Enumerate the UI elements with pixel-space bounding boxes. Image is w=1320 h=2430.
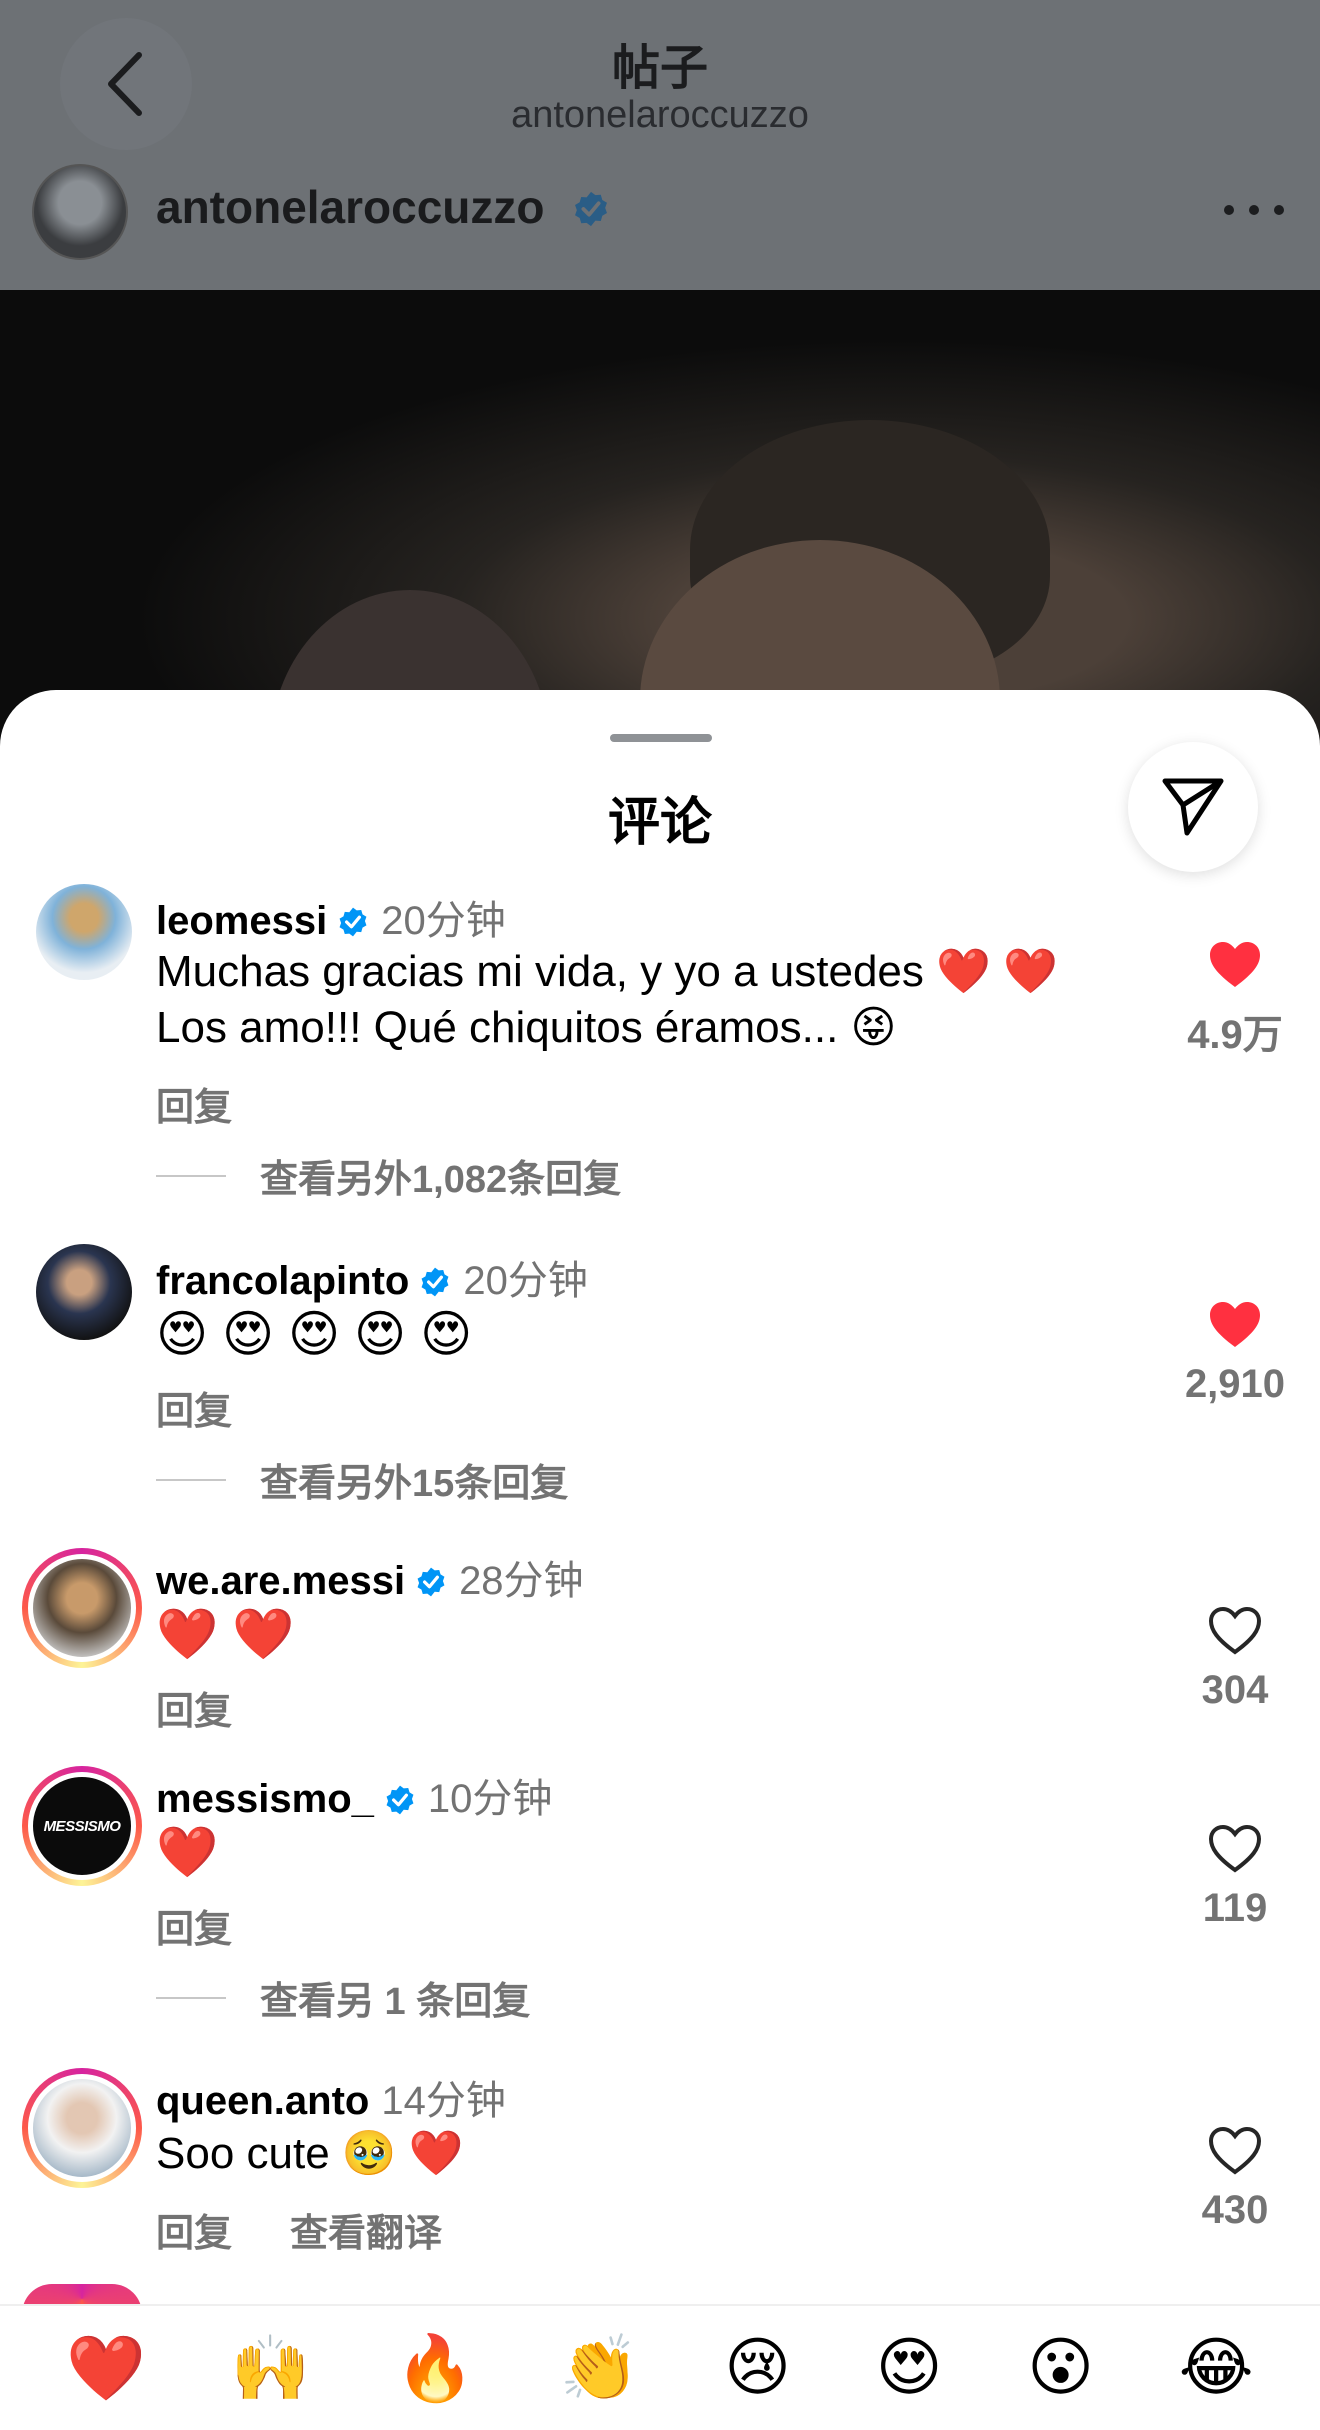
sheet-title: 评论 — [607, 794, 712, 852]
emoji-laugh-button[interactable]: 😂 — [1179, 2331, 1254, 2405]
reply-button[interactable]: 回复 — [156, 1898, 232, 1953]
like-button[interactable]: 119 — [1160, 1824, 1310, 1931]
heart-icon — [1208, 1824, 1262, 1873]
comment-username[interactable]: queen.anto — [156, 2079, 369, 2123]
comment-time: 20分钟 — [381, 899, 506, 943]
like-button[interactable]: 304 — [1160, 1606, 1310, 1713]
like-button[interactable]: 2,910 — [1160, 1300, 1310, 1407]
avatar-logo-text: MESSISMO — [43, 1817, 121, 1835]
verified-badge-icon — [339, 907, 367, 937]
verified-badge-icon — [417, 1567, 445, 1597]
like-count: 304 — [1201, 1668, 1269, 1712]
view-replies-button[interactable]: 查看另外15条回复 — [156, 1452, 568, 1507]
comment-time: 20分钟 — [463, 1259, 588, 1303]
emoji-raised-hands-button[interactable]: 🙌 — [231, 2331, 311, 2406]
translate-button[interactable]: 查看翻译 — [290, 2202, 442, 2257]
page-subtitle: antonelaroccuzzo — [511, 94, 809, 136]
comment-text: ❤️ ❤️ — [156, 1606, 295, 1662]
like-count: 2,910 — [1184, 1362, 1286, 1406]
avatar[interactable]: MESSISMO — [22, 1766, 142, 1886]
emoji-cry-button[interactable]: 😢 — [724, 2331, 791, 2405]
page-title: 帖子 — [611, 42, 708, 95]
comment-time: 10分钟 — [427, 1777, 553, 1821]
share-button[interactable] — [1128, 742, 1258, 872]
comment-item: leomessi 20分钟 Muchas gracias mi vida, y y… — [0, 884, 1320, 1214]
post-backdrop: 帖子 antonelaroccuzzo antonelaroccuzzo — [0, 0, 1320, 760]
comment-item: we.are.messi 28分钟 ❤️ ❤️ 回复 304 — [0, 1548, 1320, 1733]
author-username[interactable]: antonelaroccuzzo — [156, 180, 545, 234]
comment-username[interactable]: leomessi — [156, 899, 327, 943]
more-horizontal-icon — [1224, 205, 1234, 215]
verified-badge-icon — [421, 1267, 449, 1297]
reply-button[interactable]: 回复 — [156, 1076, 232, 1131]
view-replies-label: 查看另外15条回复 — [260, 1463, 569, 1505]
emoji-heart-eyes-button[interactable]: 😍 — [876, 2331, 943, 2405]
comment-text: 😍 😍 😍 😍 😍 — [156, 1306, 473, 1362]
avatar[interactable] — [36, 884, 132, 980]
sheet-grabber[interactable] — [610, 734, 712, 742]
heart-icon — [1210, 1302, 1260, 1347]
comment-item: francolapinto 20分钟 😍 😍 😍 😍 😍 回复 查看另外15条回复… — [0, 1244, 1320, 1507]
verified-badge-icon — [575, 191, 607, 227]
comment-username[interactable]: messismo_ — [156, 1777, 374, 1821]
comment-username[interactable]: francolapinto — [156, 1259, 409, 1303]
comment-time: 28分钟 — [459, 1559, 584, 1603]
verified-badge-icon — [386, 1785, 414, 1815]
heart-icon — [1208, 2126, 1262, 2175]
like-count: 4.9万 — [1187, 1013, 1283, 1057]
comment-text: ❤️ — [156, 1824, 219, 1880]
heart-icon — [1210, 942, 1260, 987]
like-count: 119 — [1202, 1886, 1268, 1930]
share-send-icon — [1162, 778, 1224, 836]
emoji-reaction-bar: ❤️ 🙌 🔥 👏 😢 😍 😮 😂 — [0, 2304, 1320, 2430]
like-button[interactable]: 430 — [1160, 2126, 1310, 2233]
comment-item: MESSISMO messismo_ 10分钟 ❤️ 回复 查看另 1 条回复 1… — [0, 1766, 1320, 2026]
emoji-clap-button[interactable]: 👏 — [560, 2331, 640, 2406]
reply-button[interactable]: 回复 — [156, 2202, 232, 2257]
heart-icon — [1208, 1606, 1262, 1655]
view-replies-button[interactable]: 查看另外1,082条回复 — [156, 1148, 621, 1203]
reply-button[interactable]: 回复 — [156, 1380, 232, 1435]
post-header: 帖子 antonelaroccuzzo antonelaroccuzzo — [0, 0, 1320, 290]
reply-button[interactable]: 回复 — [156, 1680, 232, 1735]
avatar[interactable] — [22, 2068, 142, 2188]
comment-time: 14分钟 — [381, 2079, 506, 2123]
author-avatar[interactable] — [32, 164, 128, 260]
view-replies-button[interactable]: 查看另 1 条回复 — [156, 1970, 530, 2025]
comment-text: Muchas gracias mi vida, y yo a ustedes ❤… — [156, 947, 1058, 1052]
view-replies-label: 查看另外1,082条回复 — [260, 1159, 622, 1201]
like-count: 430 — [1201, 2188, 1269, 2232]
comment-text: Soo cute 🥹 ❤️ — [156, 2129, 464, 2178]
emoji-surprised-button[interactable]: 😮 — [1027, 2331, 1094, 2405]
avatar[interactable] — [22, 1548, 142, 1668]
emoji-heart-button[interactable]: ❤️ — [66, 2331, 146, 2406]
more-options-button[interactable] — [1224, 190, 1284, 230]
like-button[interactable]: 4.9万 — [1160, 940, 1310, 1060]
emoji-fire-button[interactable]: 🔥 — [395, 2331, 475, 2406]
comment-item: queen.anto 14分钟 Soo cute 🥹 ❤️ 回复 查看翻译 430 — [0, 2068, 1320, 2258]
avatar[interactable] — [36, 1244, 132, 1340]
view-replies-label: 查看另 1 条回复 — [260, 1981, 531, 2023]
comment-username[interactable]: we.are.messi — [156, 1559, 405, 1603]
